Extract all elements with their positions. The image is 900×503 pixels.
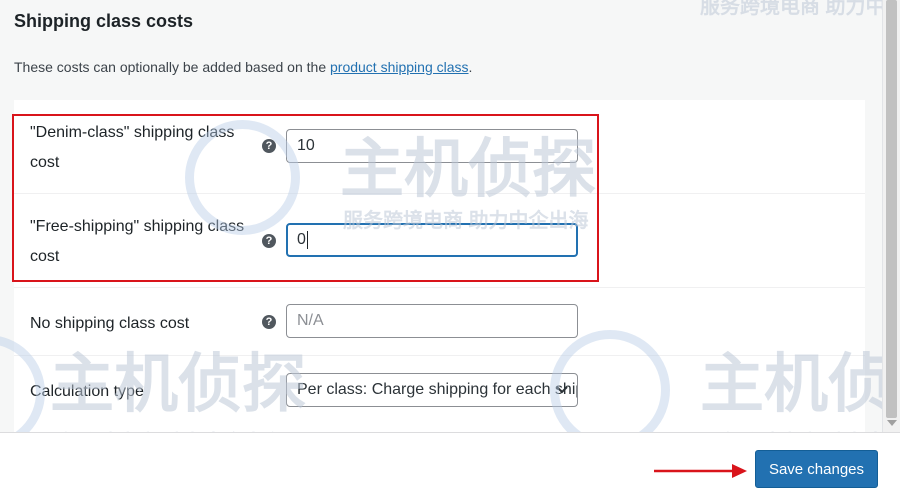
row-denim-class-cost: "Denim-class" shipping class cost ? 10 — [14, 100, 865, 193]
denim-class-cost-input[interactable]: 10 — [286, 129, 578, 163]
free-shipping-cost-value: 0 — [297, 231, 306, 248]
denim-class-cost-value: 10 — [297, 137, 315, 154]
arrow-right-icon — [654, 464, 747, 478]
question-mark-icon[interactable]: ? — [262, 234, 276, 248]
calculation-type-select[interactable]: Per class: Charge shipping for each ship… — [286, 373, 578, 407]
shipping-settings-panel: Shipping class costs These costs can opt… — [0, 0, 882, 432]
settings-table: "Denim-class" shipping class cost ? 10 "… — [14, 100, 865, 432]
question-mark-icon[interactable]: ? — [262, 315, 276, 329]
row-calculation-type: Calculation type Per class: Charge shipp… — [14, 355, 865, 432]
section-title: Shipping class costs — [14, 11, 194, 31]
scrollbar[interactable] — [882, 0, 900, 432]
chevron-down-icon — [556, 386, 568, 394]
calculation-type-label: Calculation type — [30, 383, 144, 400]
denim-class-cost-label: "Denim-class" shipping class cost — [30, 124, 235, 171]
no-class-cost-placeholder: N/A — [297, 312, 324, 329]
row-no-class-cost: No shipping class cost ? N/A — [14, 287, 865, 355]
watermark-slogan: 服务跨境电商 助力中企出海 — [700, 0, 882, 18]
scroll-down-arrow-icon[interactable] — [887, 420, 897, 426]
free-shipping-cost-label: "Free-shipping" shipping class cost — [30, 218, 245, 265]
row-free-shipping-cost: "Free-shipping" shipping class cost ? 0 — [14, 193, 865, 287]
product-shipping-class-link[interactable]: product shipping class — [330, 59, 469, 75]
section-description: These costs can optionally be added base… — [14, 59, 472, 75]
free-shipping-cost-input[interactable]: 0 — [286, 223, 578, 257]
save-changes-button[interactable]: Save changes — [755, 450, 878, 488]
calculation-type-selected: Per class: Charge shipping for each ship… — [297, 381, 577, 398]
description-text: These costs can optionally be added base… — [14, 59, 327, 75]
description-end: . — [468, 59, 473, 75]
question-mark-icon[interactable]: ? — [262, 139, 276, 153]
text-caret — [306, 230, 308, 249]
scrollbar-thumb[interactable] — [886, 0, 897, 418]
no-class-cost-input[interactable]: N/A — [286, 304, 578, 338]
no-class-cost-label: No shipping class cost — [30, 315, 190, 332]
